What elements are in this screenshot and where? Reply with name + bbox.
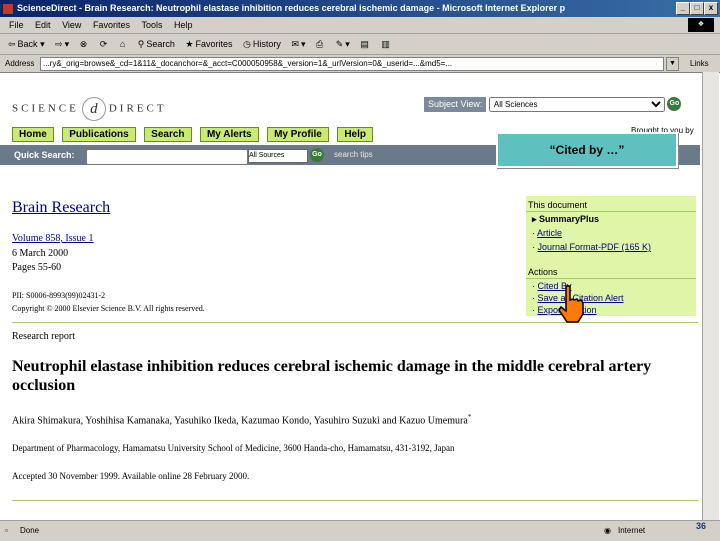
nav-my-profile[interactable]: My Profile	[267, 127, 329, 142]
refresh-icon: ⟳	[99, 39, 108, 49]
favorites-icon: ★	[185, 39, 194, 49]
stop-icon: ⊗	[79, 39, 88, 49]
article-link[interactable]: Article	[537, 228, 562, 238]
messenger-icon: ▥	[381, 39, 390, 49]
status-bar: ▫ Done ◉ Internet 36	[0, 520, 720, 541]
subject-view: Subject View: All Sciences Go	[424, 97, 682, 112]
menu-help[interactable]: Help	[174, 20, 193, 30]
toolbar: ⇦ Back ▾ ⇨ ▾ ⊗ ⟳ ⌂ ⚲ Search ★ Favorites ◷ His…	[0, 34, 720, 55]
sciencedirect-logo[interactable]: SCIENCE d DIRECT	[12, 97, 167, 121]
copyright: Copyright © 2000 Elsevier Science B.V. A…	[12, 304, 205, 313]
address-dropdown-icon[interactable]: ▼	[666, 57, 679, 71]
cited-by-callout: “Cited by …”	[496, 132, 678, 168]
menu-edit[interactable]: Edit	[35, 20, 51, 30]
hand-pointer-icon	[558, 285, 584, 323]
minimize-button[interactable]: _	[676, 2, 690, 15]
divider	[12, 322, 698, 323]
panel-divider	[526, 278, 696, 279]
refresh-button[interactable]: ⟳	[100, 34, 110, 54]
journal-title-link[interactable]: Brain Research	[12, 199, 110, 217]
messenger-button[interactable]: ▥	[381, 34, 392, 54]
article-title: Neutrophil elastase inhibition reduces c…	[12, 358, 652, 394]
subject-view-label: Subject View:	[424, 97, 487, 112]
history-icon: ◷	[243, 39, 251, 49]
nav-help[interactable]: Help	[337, 127, 373, 142]
windows-logo-icon: ❖	[688, 18, 714, 32]
search-tips-link[interactable]: search tips	[334, 145, 373, 165]
edit-button[interactable]: ✎ ▾	[336, 34, 350, 54]
menu-bar: File Edit View Favorites Tools Help ❖	[0, 17, 720, 34]
menu-view[interactable]: View	[62, 20, 81, 30]
maximize-button[interactable]: □	[690, 2, 704, 15]
window-title-bar: ScienceDirect - Brain Research: Neutroph…	[0, 0, 720, 17]
page-icon: ▫	[5, 526, 8, 535]
issue-date: 6 March 2000	[12, 248, 69, 259]
nav-home[interactable]: Home	[12, 127, 54, 142]
divider	[12, 500, 698, 501]
links-button[interactable]: Links	[690, 55, 709, 72]
this-document-heading: This document	[528, 200, 588, 210]
quick-search-go-button[interactable]: Go	[310, 148, 324, 162]
menu-tools[interactable]: Tools	[141, 20, 162, 30]
home-button[interactable]: ⌂	[120, 34, 127, 54]
back-arrow-icon: ⇦	[8, 39, 16, 49]
corresponding-author-mark[interactable]: *	[468, 413, 472, 421]
sciencedirect-d-icon: d	[81, 97, 106, 121]
stop-button[interactable]: ⊗	[80, 34, 90, 54]
internet-zone-icon: ◉	[604, 526, 611, 535]
nav-publications[interactable]: Publications	[62, 127, 136, 142]
history-button[interactable]: ◷ History	[243, 34, 281, 54]
edit-icon: ✎	[335, 39, 344, 49]
report-type: Research report	[12, 331, 76, 342]
print-icon: ⎙	[316, 39, 324, 49]
menu-favorites[interactable]: Favorites	[93, 20, 130, 30]
status-text: Done	[20, 526, 40, 535]
pdf-item[interactable]: · Journal Format-PDF (165 K)	[532, 242, 651, 252]
subject-view-select[interactable]: All Sciences	[488, 97, 665, 112]
pdf-link[interactable]: Journal Format-PDF (165 K)	[538, 242, 652, 252]
affiliation: Department of Pharmacology, Hamamatsu Un…	[12, 443, 455, 453]
address-input[interactable]: ...ry&_orig=browse&_cd=1&11&_docanchor=&…	[40, 57, 664, 71]
quick-search-label: Quick Search:	[14, 150, 75, 160]
within-label: within	[216, 150, 240, 160]
close-button[interactable]: x	[704, 2, 718, 15]
search-button[interactable]: ⚲ Search	[138, 34, 175, 54]
discuss-icon: ▤	[360, 39, 369, 49]
mail-icon: ✉	[291, 39, 299, 49]
actions-heading: Actions	[528, 267, 558, 277]
page-range: Pages 55-60	[12, 262, 62, 273]
vertical-scrollbar[interactable]	[702, 72, 719, 520]
home-icon: ⌂	[119, 39, 126, 49]
volume-link[interactable]: Volume 858, Issue 1	[12, 233, 93, 244]
pii: PII: S0006-8993(99)02431-2	[12, 291, 106, 300]
main-nav: Home Publications Search My Alerts My Pr…	[12, 124, 377, 142]
accepted-date: Accepted 30 November 1999. Available onl…	[12, 471, 250, 481]
within-select[interactable]: All Sources	[248, 149, 308, 163]
article-item[interactable]: · Article	[532, 228, 562, 238]
subject-go-button[interactable]: Go	[667, 97, 682, 111]
summary-plus-item[interactable]: ▸ SummaryPlus	[532, 214, 599, 225]
print-button[interactable]: ⎙	[316, 34, 325, 54]
author-list: Akira Shimakura, Yoshihisa Kamanaka, Yas…	[12, 413, 472, 427]
slide-number: 36	[696, 521, 707, 531]
address-label: Address	[5, 59, 35, 68]
favorites-button[interactable]: ★ Favorites	[185, 34, 232, 54]
security-zone: Internet	[618, 526, 646, 535]
window-title: ScienceDirect - Brain Research: Neutroph…	[17, 3, 566, 13]
menu-file[interactable]: File	[9, 20, 24, 30]
document-actions-panel: This document ▸ SummaryPlus · Article · …	[526, 196, 696, 316]
ie-icon	[3, 3, 13, 14]
nav-search[interactable]: Search	[144, 127, 192, 142]
panel-divider	[526, 211, 696, 212]
address-bar: Address ...ry&_orig=browse&_cd=1&11&_doc…	[0, 55, 720, 73]
back-button[interactable]: ⇦ Back ▾	[8, 34, 45, 54]
search-icon: ⚲	[137, 39, 145, 49]
nav-my-alerts[interactable]: My Alerts	[199, 127, 259, 142]
discuss-button[interactable]: ▤	[360, 34, 371, 54]
forward-arrow-icon: ⇨	[55, 39, 63, 49]
forward-button[interactable]: ⇨ ▾	[55, 34, 69, 54]
mail-button[interactable]: ✉ ▾	[291, 34, 305, 54]
